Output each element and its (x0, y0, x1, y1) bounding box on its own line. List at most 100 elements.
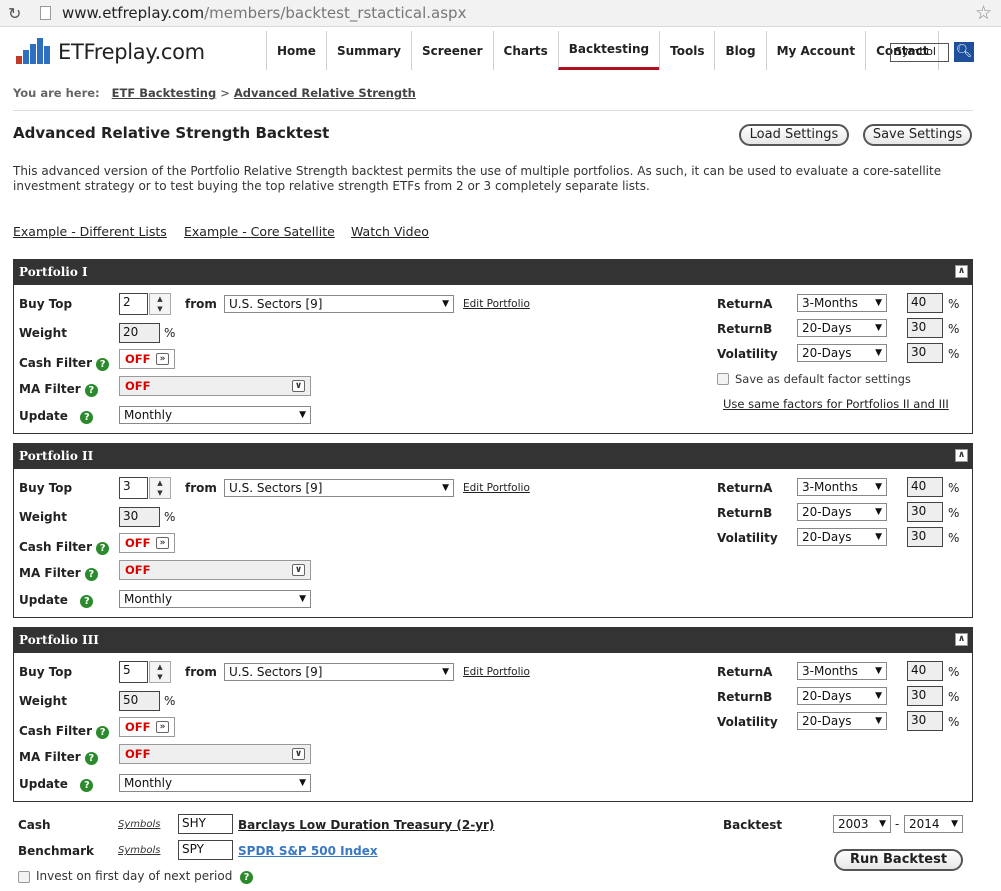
cash-fund-name-link[interactable]: Barclays Low Duration Treasury (2-yr) (238, 818, 494, 832)
help-icon[interactable]: ? (96, 358, 110, 371)
cash-filter-toggle[interactable]: OFF » (119, 717, 175, 737)
update-select[interactable]: Monthly ▼ (119, 590, 311, 608)
invest-first-day-checkbox[interactable] (18, 871, 30, 883)
help-icon[interactable]: ? (239, 871, 253, 884)
ma-filter-select[interactable]: OFF ∨ (119, 376, 311, 396)
portfolio-title: Portfolio III (19, 633, 99, 647)
update-select[interactable]: Monthly ▼ (119, 774, 311, 792)
returnA-period-select[interactable]: 3-Months ▼ (797, 294, 887, 312)
help-icon[interactable]: ? (96, 542, 110, 555)
buy-top-spinner[interactable]: ▲ ▼ (149, 293, 171, 315)
buy-top-spinner[interactable]: ▲ ▼ (149, 661, 171, 683)
load-settings-button[interactable]: Load Settings (739, 124, 849, 146)
watch-video-link[interactable]: Watch Video (351, 224, 429, 239)
use-same-factors-link[interactable]: Use same factors for Portfolios II and I… (723, 397, 949, 411)
weight-label: Weight (19, 694, 67, 708)
benchmark-fund-name-link[interactable]: SPDR S&P 500 Index (238, 844, 378, 858)
weight-input[interactable]: 50 (119, 691, 160, 711)
edit-portfolio-link[interactable]: Edit Portfolio (463, 298, 530, 310)
returnB-period-select[interactable]: 20-Days ▼ (797, 319, 887, 337)
edit-portfolio-link[interactable]: Edit Portfolio (463, 666, 530, 678)
volatility-period-select[interactable]: 20-Days ▼ (797, 344, 887, 362)
nav-summary[interactable]: Summary (325, 31, 411, 70)
search-button[interactable]: 🔍︎ (954, 42, 974, 62)
collapse-icon[interactable]: ∧ (955, 449, 968, 462)
returnB-weight-input[interactable]: 30 (907, 502, 943, 522)
volatility-weight-input[interactable]: 30 (907, 711, 943, 731)
help-icon[interactable]: ? (84, 752, 98, 765)
weight-input[interactable]: 20 (119, 323, 160, 343)
buy-top-label: Buy Top (19, 481, 73, 495)
benchmark-symbol-input[interactable]: SPY (178, 840, 233, 860)
returnA-period-select[interactable]: 3-Months ▼ (797, 478, 887, 496)
buy-top-input[interactable]: 2 (119, 293, 148, 315)
returnB-period-select[interactable]: 20-Days ▼ (797, 503, 887, 521)
address-bar[interactable]: www.etfreplay.com/members/backtest_rstac… (62, 4, 466, 22)
ma-filter-text: MA Filter (19, 566, 81, 580)
nav-blog[interactable]: Blog (714, 31, 765, 70)
help-icon[interactable]: ? (80, 779, 94, 792)
buy-top-input[interactable]: 3 (119, 477, 148, 499)
portfolio-header: Portfolio I ∧ (14, 260, 972, 285)
buy-top-input[interactable]: 5 (119, 661, 148, 683)
collapse-icon[interactable]: ∧ (955, 633, 968, 646)
volatility-period-select[interactable]: 20-Days ▼ (797, 528, 887, 546)
cash-symbol-input[interactable]: SHY (178, 814, 233, 834)
ma-filter-text: MA Filter (19, 750, 81, 764)
year-range-dash: - (895, 817, 900, 831)
bookmark-star-icon[interactable]: ☆ (975, 2, 992, 24)
cash-symbols-link[interactable]: Symbols (118, 819, 160, 830)
cash-filter-text: Cash Filter (19, 540, 92, 554)
help-icon[interactable]: ? (80, 595, 94, 608)
returnB-period-select[interactable]: 20-Days ▼ (797, 687, 887, 705)
logo-icon[interactable] (16, 38, 52, 64)
benchmark-symbols-link[interactable]: Symbols (118, 845, 160, 856)
nav-screener[interactable]: Screener (410, 31, 493, 70)
nav-home[interactable]: Home (266, 31, 326, 70)
ma-filter-select[interactable]: OFF ∨ (119, 560, 311, 580)
example-different-lists-link[interactable]: Example - Different Lists (13, 224, 167, 239)
cash-filter-toggle[interactable]: OFF » (119, 349, 175, 369)
buy-top-spinner[interactable]: ▲ ▼ (149, 477, 171, 499)
returnA-weight-input[interactable]: 40 (907, 661, 943, 681)
help-icon[interactable]: ? (84, 568, 98, 581)
returnA-period-select[interactable]: 3-Months ▼ (797, 662, 887, 680)
update-select[interactable]: Monthly ▼ (119, 406, 311, 424)
returnB-weight-input[interactable]: 30 (907, 318, 943, 338)
end-year-select[interactable]: 2014 ▼ (904, 815, 963, 833)
start-year-select[interactable]: 2003 ▼ (833, 815, 891, 833)
ma-filter-select[interactable]: OFF ∨ (119, 744, 311, 764)
nav-charts[interactable]: Charts (492, 31, 558, 70)
portfolio-list-select[interactable]: U.S. Sectors [9] ▼ (224, 295, 454, 313)
example-core-satellite-link[interactable]: Example - Core Satellite (184, 224, 335, 239)
nav-my-account[interactable]: My Account (765, 31, 866, 70)
collapse-icon[interactable]: ∧ (955, 265, 968, 278)
volatility-period-select[interactable]: 20-Days ▼ (797, 712, 887, 730)
save-default-checkbox[interactable] (717, 373, 729, 385)
returnB-weight-input[interactable]: 30 (907, 686, 943, 706)
weight-input[interactable]: 30 (119, 507, 160, 527)
help-icon[interactable]: ? (84, 384, 98, 397)
end-year-value: 2014 (909, 817, 940, 831)
volatility-weight-input[interactable]: 30 (907, 527, 943, 547)
nav-backtesting[interactable]: Backtesting (557, 31, 660, 70)
returnA-label: ReturnA (717, 481, 773, 495)
help-icon[interactable]: ? (80, 411, 94, 424)
breadcrumb-advanced-rs[interactable]: Advanced Relative Strength (234, 86, 416, 100)
dropdown-caret-icon: ▼ (442, 667, 449, 677)
cash-filter-toggle[interactable]: OFF » (119, 533, 175, 553)
symbol-search-input[interactable]: Symbol (890, 43, 949, 62)
returnA-weight-input[interactable]: 40 (907, 293, 943, 313)
save-settings-button[interactable]: Save Settings (863, 124, 972, 146)
run-backtest-button[interactable]: Run Backtest (834, 849, 963, 871)
volatility-weight-input[interactable]: 30 (907, 343, 943, 363)
reload-icon[interactable]: ↻ (8, 4, 21, 23)
edit-portfolio-link[interactable]: Edit Portfolio (463, 482, 530, 494)
portfolio-list-select[interactable]: U.S. Sectors [9] ▼ (224, 663, 454, 681)
help-icon[interactable]: ? (96, 726, 110, 739)
portfolio-list-select[interactable]: U.S. Sectors [9] ▼ (224, 479, 454, 497)
site-logo[interactable]: ETFreplay.com (58, 40, 205, 64)
returnA-weight-input[interactable]: 40 (907, 477, 943, 497)
breadcrumb-etf-backtesting[interactable]: ETF Backtesting (112, 86, 217, 100)
nav-tools[interactable]: Tools (659, 31, 714, 70)
